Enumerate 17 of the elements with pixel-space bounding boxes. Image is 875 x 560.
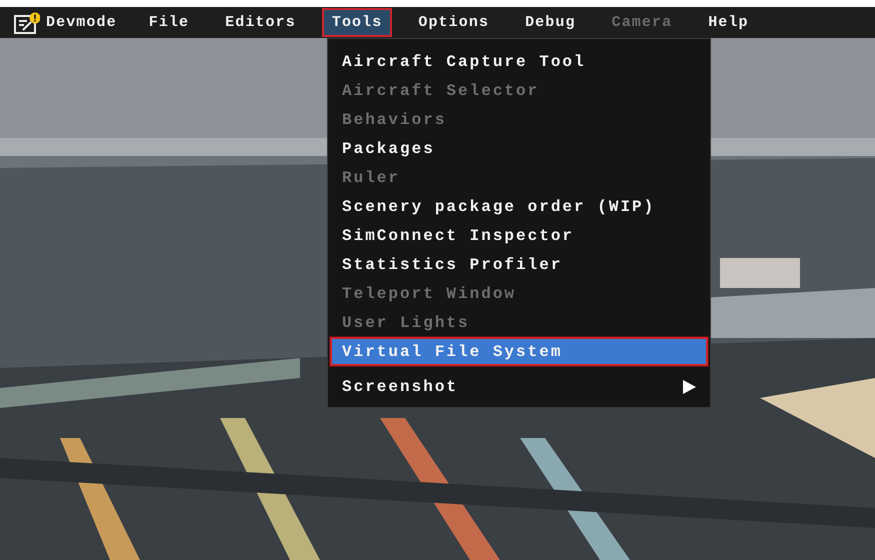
menu-item-label: Screenshot — [342, 378, 458, 396]
notepad-icon — [14, 12, 40, 34]
devmode-menu[interactable]: Devmode — [8, 6, 123, 40]
menu-item[interactable]: Aircraft Capture Tool — [330, 47, 708, 76]
menu-item[interactable]: Debug — [515, 8, 586, 37]
submenu-item[interactable]: Screenshot — [330, 372, 708, 401]
menu-item[interactable]: Packages — [330, 134, 708, 163]
menu-item[interactable]: Virtual File System — [330, 337, 708, 366]
menu-item[interactable]: Tools — [322, 8, 392, 37]
submenu-arrow-icon — [682, 380, 696, 394]
menu-item[interactable]: Editors — [215, 8, 306, 37]
menu-item[interactable]: Help — [698, 8, 759, 37]
menu-item[interactable]: Statistics Profiler — [330, 250, 708, 279]
menu-item[interactable]: Options — [408, 8, 500, 37]
menu-item[interactable]: Scenery package order (WIP) — [330, 192, 708, 221]
menu-item[interactable]: SimConnect Inspector — [330, 221, 708, 250]
menu-item[interactable]: File — [138, 8, 200, 37]
